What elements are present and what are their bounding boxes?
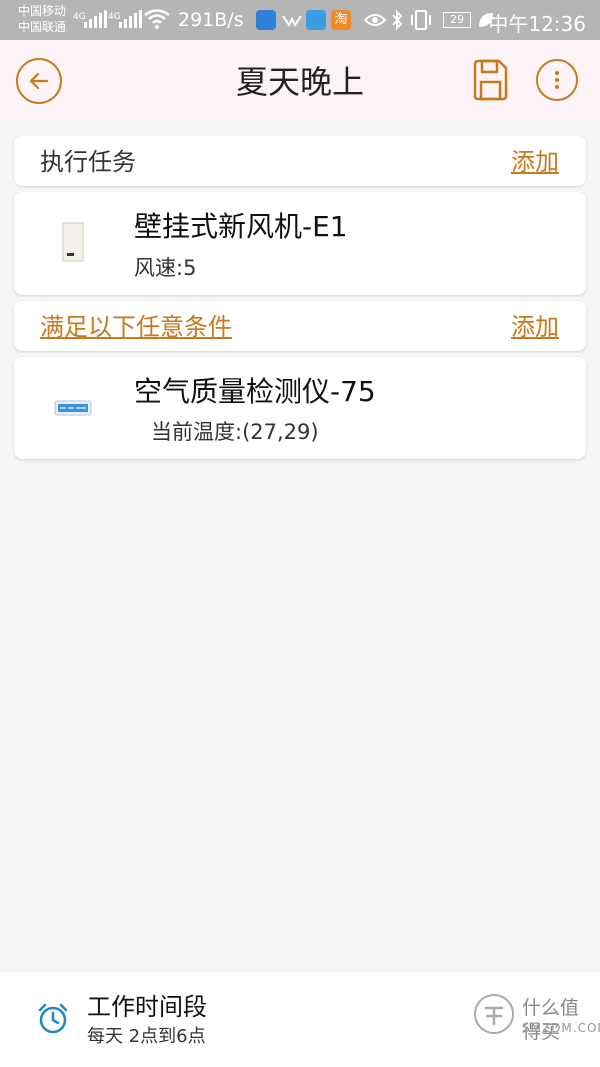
watermark-logo-icon: [474, 994, 514, 1034]
carrier-2: 中国联通: [18, 20, 67, 34]
page-title: 夏天晚上: [235, 63, 364, 101]
clock-time: 中午12:36: [488, 12, 586, 36]
watermark-text: 什么值得买: [522, 997, 580, 1043]
status-bar: 中国移动 中国联通 4G 4G 291B/s 淘 29 中午12:36: [0, 0, 600, 40]
condition-device-detail: 当前温度:(27,29): [151, 420, 319, 444]
bluetooth-icon: [392, 10, 403, 30]
add-condition-link[interactable]: 添加: [511, 312, 559, 342]
alarm-clock-icon: [38, 1003, 68, 1034]
save-button[interactable]: [470, 58, 510, 102]
conditions-section-title[interactable]: 满足以下任意条件: [40, 312, 232, 342]
more-icon: [555, 71, 559, 89]
condition-device-name: 空气质量检测仪-75: [134, 375, 376, 408]
fresh-air-unit-icon: [62, 222, 84, 262]
watermark-sub: SMZDM.COM: [522, 1021, 600, 1035]
task-device-detail: 风速:5: [134, 256, 197, 280]
signal-icon: [84, 10, 107, 28]
app-bar: 夏天晚上: [0, 40, 600, 120]
condition-device-card[interactable]: 空气质量检测仪-75 当前温度:(27,29): [14, 357, 586, 459]
tasks-section-title: 执行任务: [40, 148, 136, 176]
more-button[interactable]: [536, 59, 578, 101]
work-period-title: 工作时间段: [87, 993, 207, 1021]
signal-icon: [119, 10, 142, 28]
task-device-name: 壁挂式新风机-E1: [134, 210, 348, 243]
air-quality-monitor-icon: [54, 400, 92, 416]
work-period-schedule: 每天 2点到6点: [87, 1026, 206, 1047]
work-period-bar[interactable]: 工作时间段 每天 2点到6点 什么值得买 SMZDM.COM: [0, 972, 600, 1067]
watermark: 什么值得买 SMZDM.COM: [472, 988, 600, 1052]
network-speed: 291B/s: [178, 9, 244, 31]
tasks-section-header: 执行任务 添加: [14, 136, 586, 186]
carrier-info: 中国移动 中国联通: [18, 3, 66, 35]
wifi-icon: [144, 9, 170, 29]
battery-indicator: 29: [443, 12, 471, 28]
task-device-card[interactable]: 壁挂式新风机-E1 风速:5: [14, 192, 586, 295]
truck-app-icon: [306, 10, 326, 30]
save-icon: [473, 59, 508, 101]
check-app-icon: [282, 15, 302, 27]
eye-icon: [364, 14, 386, 26]
carrier-1: 中国移动: [18, 4, 67, 18]
add-task-link[interactable]: 添加: [511, 147, 559, 177]
shield-app-icon: [256, 10, 276, 30]
conditions-section-header: 满足以下任意条件 添加: [14, 301, 586, 351]
vibrate-icon: [411, 10, 431, 30]
taobao-app-icon: 淘: [331, 10, 351, 30]
